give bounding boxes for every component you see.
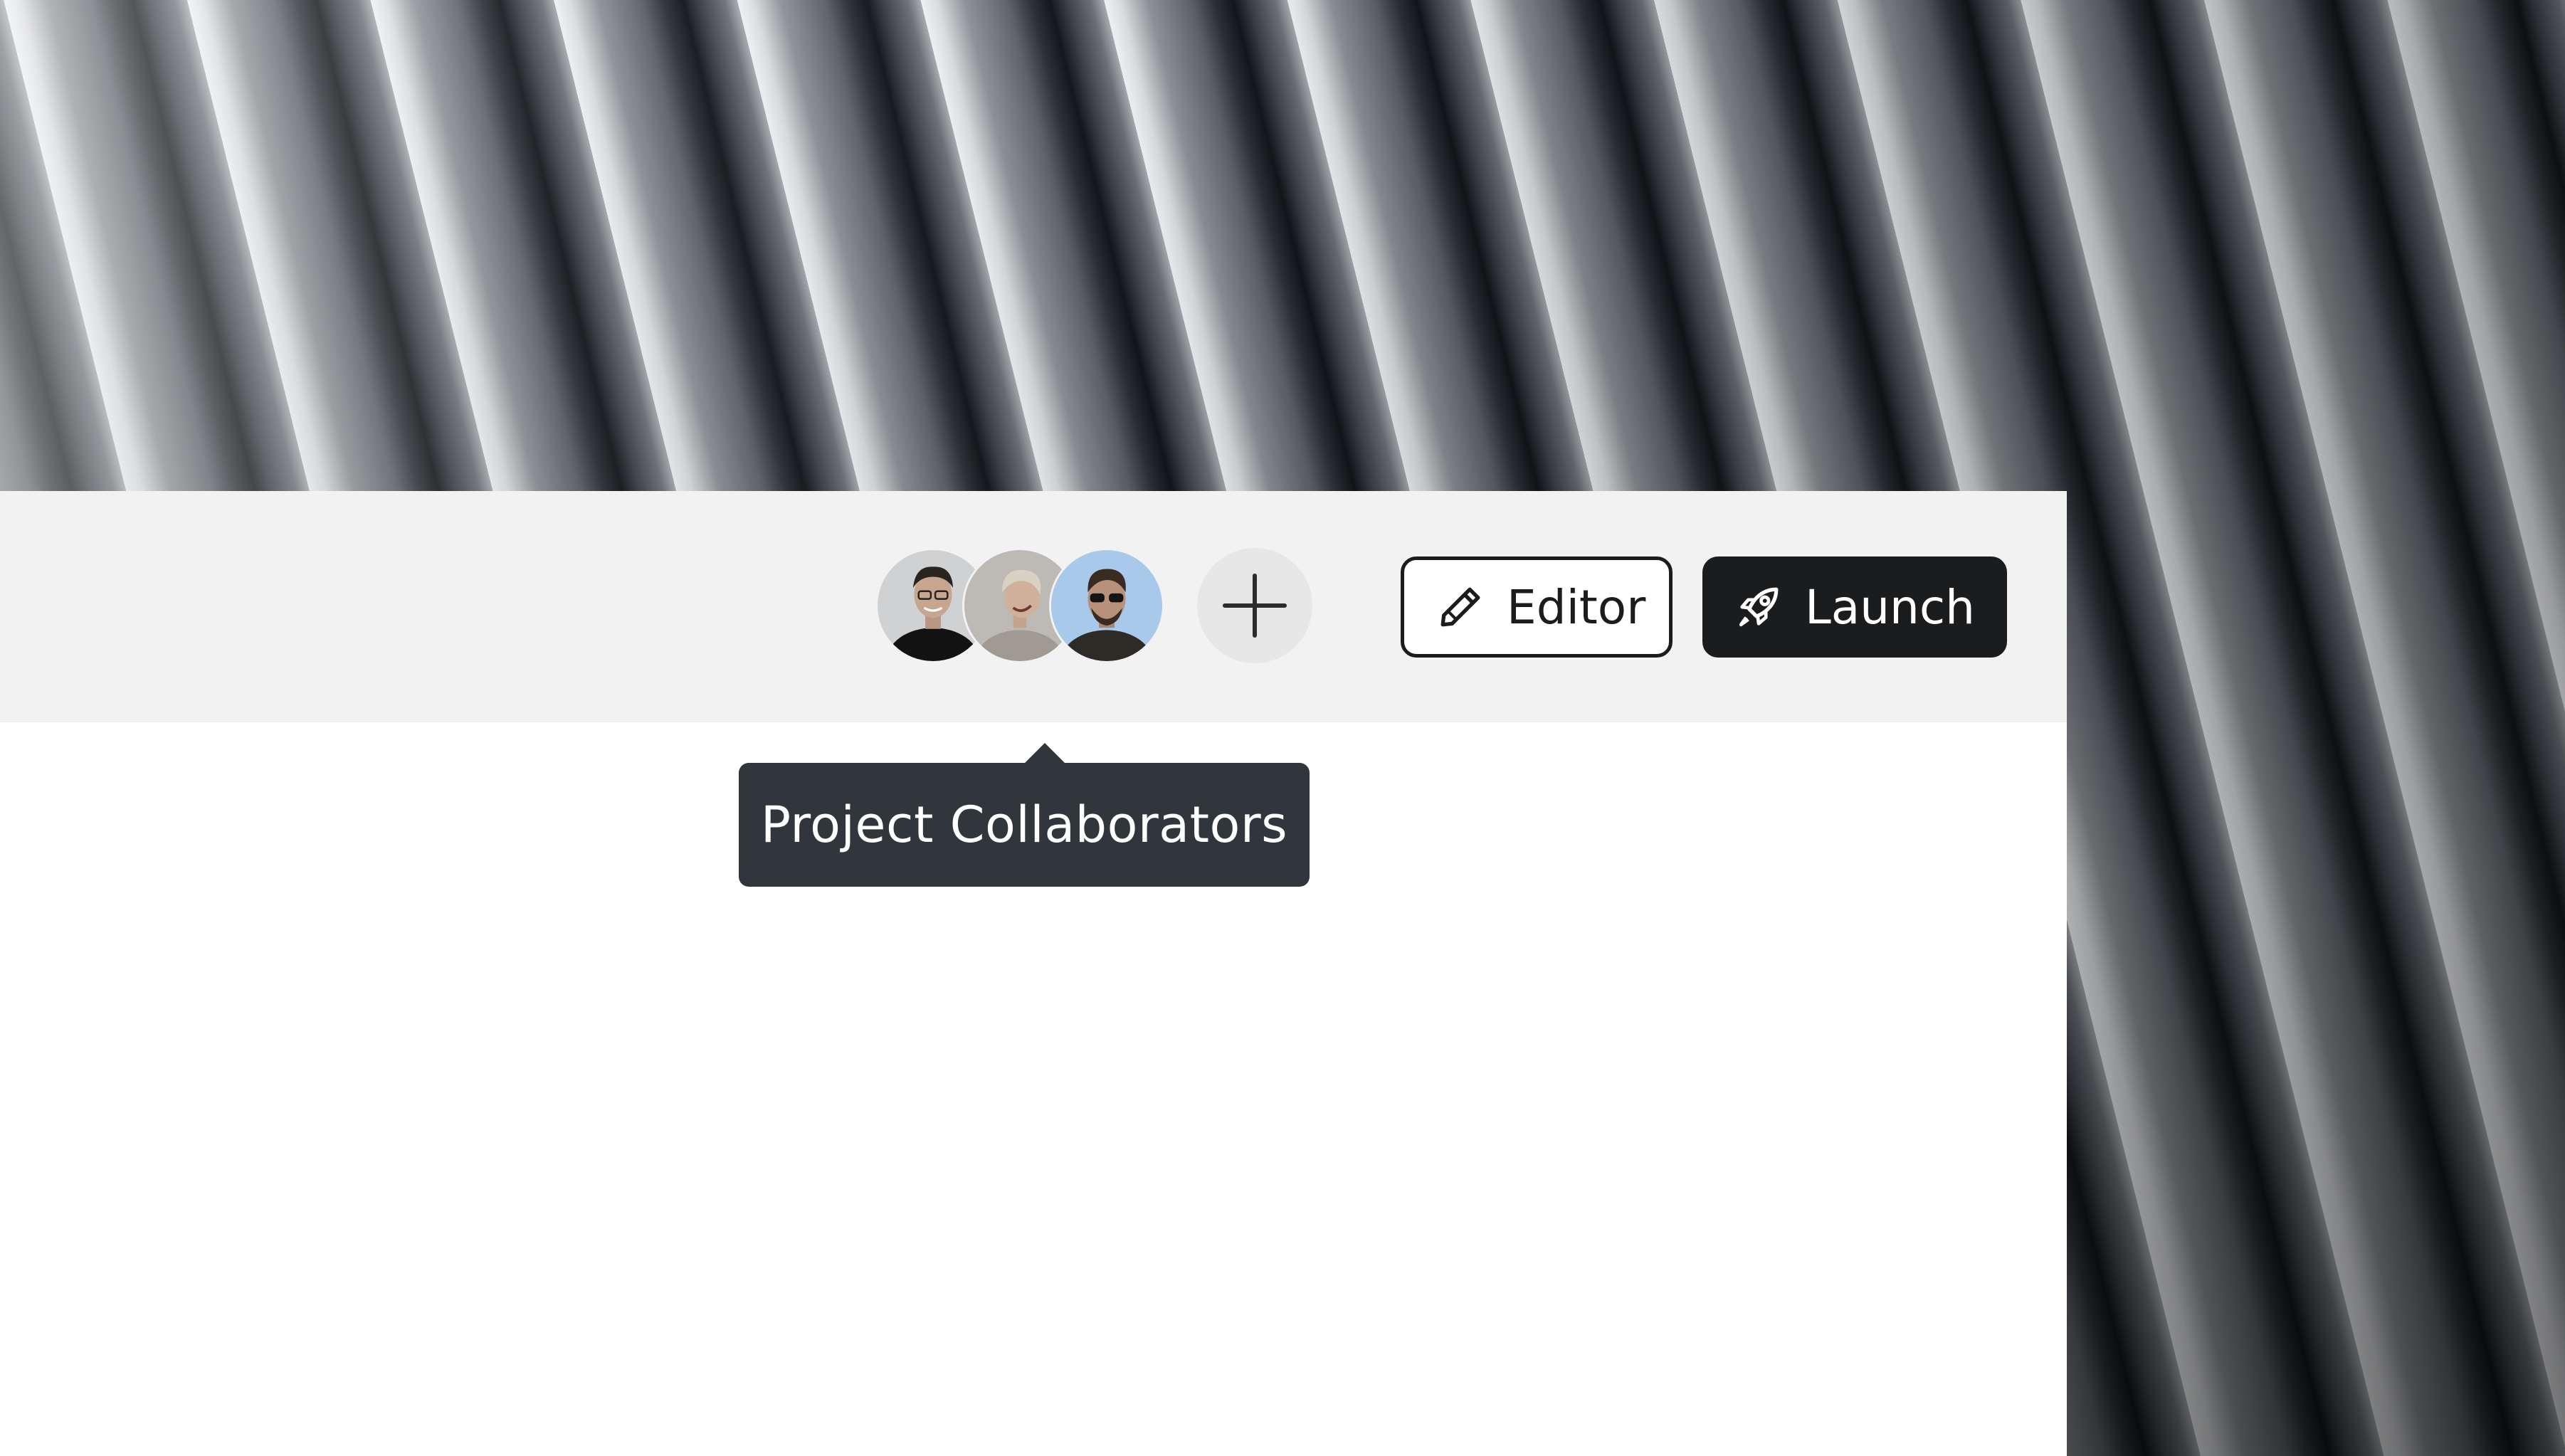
collaborators-tooltip: Project Collaborators [739, 743, 1310, 887]
pencil-icon [1440, 587, 1480, 627]
editor-button-label: Editor [1507, 579, 1646, 635]
rocket-icon [1739, 587, 1779, 627]
tooltip-text: Project Collaborators [760, 796, 1288, 854]
plus-icon [1223, 574, 1287, 638]
add-collaborator-button[interactable] [1197, 548, 1312, 663]
person-3-image [1051, 550, 1162, 661]
app-window: Editor Launch Project Collaborators [0, 491, 2067, 1456]
editor-button[interactable]: Editor [1401, 556, 1673, 658]
launch-button-label: Launch [1805, 579, 1975, 635]
avatar-collaborator-3[interactable] [1049, 548, 1164, 663]
launch-button[interactable]: Launch [1702, 556, 2007, 658]
top-toolbar: Editor Launch [0, 491, 2067, 722]
